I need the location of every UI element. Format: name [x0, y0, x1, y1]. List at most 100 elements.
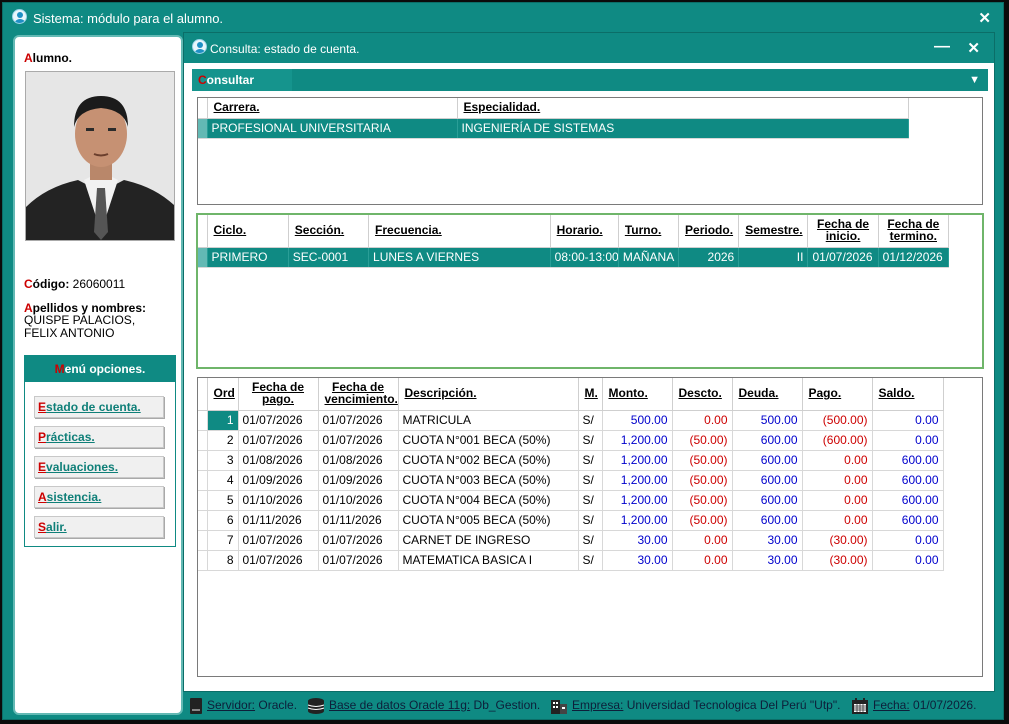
status-bar: Servidor: Oracle. Base de datos Oracle 1…: [183, 694, 995, 716]
table-row[interactable]: 2 01/07/2026 01/07/2026 CUOTA N°001 BECA (5…: [198, 430, 944, 451]
menu-practicas-button[interactable]: Prácticas.: [34, 426, 164, 448]
table-cell: 600.00: [872, 510, 944, 531]
table-cell: 4: [207, 470, 239, 491]
table-cell: MATRICULA: [398, 410, 579, 431]
calendar-icon: [852, 698, 868, 714]
table-cell: 1,200.00: [602, 450, 673, 471]
status-base-datos: Base de datos Oracle 11g: Db_Gestion.: [307, 698, 540, 714]
table-cell: 8: [207, 550, 239, 571]
menu-estado-cuenta-button[interactable]: Estado de cuenta.: [34, 396, 164, 418]
account-grid[interactable]: Ord Fecha de pago. Fecha de vencimiento.…: [197, 377, 983, 677]
column-header[interactable]: Frecuencia.: [368, 215, 551, 248]
table-cell: (500.00): [802, 410, 873, 431]
column-header[interactable]: Fecha de vencimiento.: [318, 378, 399, 411]
table-row[interactable]: PROFESIONAL UNIVERSITARIA INGENIERÍA DE …: [198, 118, 909, 139]
table-cell: 0.00: [872, 410, 944, 431]
table-cell: S/: [578, 490, 603, 511]
table-cell: 600.00: [872, 450, 944, 471]
column-header[interactable]: Descto.: [672, 378, 733, 411]
table-cell: 30.00: [602, 550, 673, 571]
table-cell: 0.00: [802, 490, 873, 511]
close-icon[interactable]: ✕: [978, 9, 991, 27]
table-cell: 01/07/2026: [318, 410, 399, 431]
menu-evaluaciones-button[interactable]: Evaluaciones.: [34, 456, 164, 478]
column-header[interactable]: Especialidad.: [457, 98, 909, 119]
column-header[interactable]: Deuda.: [732, 378, 803, 411]
table-cell: 01/11/2026: [238, 510, 319, 531]
table-cell: CUOTA N°001 BECA (50%): [398, 430, 579, 451]
column-header[interactable]: Fecha de inicio.: [807, 215, 879, 248]
minimize-icon[interactable]: —: [934, 38, 950, 56]
table-cell: 1,200.00: [602, 490, 673, 511]
table-cell: CUOTA N°005 BECA (50%): [398, 510, 579, 531]
column-header[interactable]: Semestre.: [738, 215, 809, 248]
table-cell: (50.00): [672, 450, 733, 471]
table-row[interactable]: 3 01/08/2026 01/08/2026 CUOTA N°002 BECA (5…: [198, 450, 944, 471]
alumno-label: Alumno.: [24, 51, 72, 65]
status-empresa: Empresa: Universidad Tecnologica Del Per…: [550, 698, 840, 714]
column-header[interactable]: Ord: [207, 378, 239, 411]
row-indicator: [198, 378, 208, 411]
consultar-datos-bar[interactable]: Consultar datos. ▼: [192, 69, 988, 109]
cycle-grid[interactable]: Ciclo. Sección. Frecuencia. Horario. Tur…: [196, 213, 984, 369]
table-cell: 0.00: [802, 510, 873, 531]
table-row[interactable]: PRIMERO SEC-0001 LUNES A VIERNES 08:00-1…: [198, 247, 950, 268]
menu-asistencia-button[interactable]: Asistencia.: [34, 486, 164, 508]
table-cell: 600.00: [732, 430, 803, 451]
table-cell: 01/07/2026: [318, 530, 399, 551]
child-window-title: Consulta: estado de cuenta.: [210, 42, 360, 56]
menu-salir-button[interactable]: Salir.: [34, 516, 164, 538]
table-cell: CUOTA N°002 BECA (50%): [398, 450, 579, 471]
column-header[interactable]: Periodo.: [678, 215, 740, 248]
column-header[interactable]: Ciclo.: [207, 215, 289, 248]
table-cell: 1,200.00: [602, 510, 673, 531]
table-cell: LUNES A VIERNES: [368, 247, 551, 268]
main-title-bar[interactable]: Sistema: módulo para el alumno. ✕: [3, 3, 1003, 33]
column-header[interactable]: Fecha de pago.: [238, 378, 319, 411]
column-header[interactable]: Descripción.: [398, 378, 579, 411]
database-icon: [307, 698, 325, 714]
table-row[interactable]: 5 01/10/2026 01/10/2026 CUOTA N°004 BECA (5…: [198, 490, 944, 511]
consultar-datos-tab[interactable]: Consultar datos.: [192, 69, 292, 109]
column-header[interactable]: Carrera.: [207, 98, 458, 119]
table-row[interactable]: 4 01/09/2026 01/09/2026 CUOTA N°003 BECA (5…: [198, 470, 944, 491]
table-cell: CARNET DE INGRESO: [398, 530, 579, 551]
column-header[interactable]: Pago.: [802, 378, 873, 411]
column-header[interactable]: Sección.: [288, 215, 370, 248]
menu-header: Menú opciones.: [25, 356, 175, 382]
table-row[interactable]: 7 01/07/2026 01/07/2026 CARNET DE INGRESO S/…: [198, 530, 944, 551]
table-cell: 08:00-13:00: [550, 247, 619, 268]
table-cell: 01/07/2026: [238, 550, 319, 571]
child-title-bar[interactable]: Consulta: estado de cuenta. — ✕: [184, 33, 994, 63]
column-header[interactable]: Horario.: [550, 215, 619, 248]
career-grid[interactable]: Carrera. Especialidad. PROFESIONAL UNIVE…: [197, 97, 983, 205]
column-header[interactable]: Fecha de termino.: [878, 215, 950, 248]
table-cell: S/: [578, 450, 603, 471]
user-icon: [12, 9, 27, 24]
table-row[interactable]: 1 01/07/2026 01/07/2026 MATRICULA S/500.00 0.…: [198, 410, 944, 431]
column-header[interactable]: Turno.: [618, 215, 680, 248]
student-panel: Alumno. Código: 26060011 Apellidos y nom…: [13, 35, 183, 715]
table-row[interactable]: 6 01/11/2026 01/11/2026 CUOTA N°005 BECA (5…: [198, 510, 944, 531]
column-header[interactable]: Monto.: [602, 378, 673, 411]
column-header[interactable]: Saldo.: [872, 378, 944, 411]
table-cell: II: [738, 247, 809, 268]
table-cell: 600.00: [872, 470, 944, 491]
table-cell: S/: [578, 510, 603, 531]
table-cell: (50.00): [672, 430, 733, 451]
table-row[interactable]: 8 01/07/2026 01/07/2026 MATEMATICA BASICA I…: [198, 550, 944, 571]
dropdown-arrow-icon[interactable]: ▼: [969, 69, 980, 91]
table-cell: CUOTA N°003 BECA (50%): [398, 470, 579, 491]
window-title: Sistema: módulo para el alumno.: [33, 11, 224, 26]
table-cell: 30.00: [732, 530, 803, 551]
table-cell: 01/09/2026: [238, 470, 319, 491]
row-indicator: [198, 470, 208, 491]
close-icon[interactable]: ✕: [967, 39, 980, 57]
table-cell: 600.00: [732, 470, 803, 491]
column-header[interactable]: M.: [578, 378, 603, 411]
table-cell: 01/10/2026: [318, 490, 399, 511]
table-cell: 500.00: [732, 410, 803, 431]
row-indicator: [198, 490, 208, 511]
table-cell: 600.00: [872, 490, 944, 511]
table-cell: 2: [207, 430, 239, 451]
